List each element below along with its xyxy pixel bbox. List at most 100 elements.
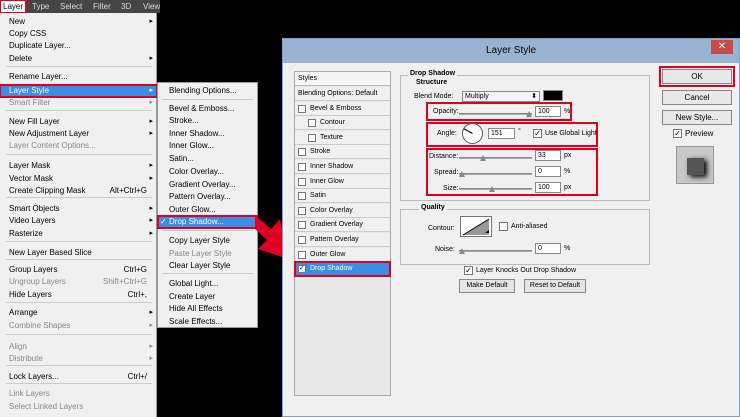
cancel-button[interactable]: Cancel <box>662 90 732 105</box>
style-checkbox[interactable] <box>298 163 306 171</box>
style-checkbox[interactable] <box>298 250 306 259</box>
structure-title: Structure <box>416 79 448 86</box>
style-row-pattern-overlay[interactable]: Pattern Overlay <box>295 233 390 247</box>
spread-slider-thumb[interactable] <box>459 171 465 177</box>
submenu-item-clear-layer-style[interactable]: Clear Layer Style <box>158 260 257 272</box>
distance-input[interactable]: 33 <box>535 150 561 161</box>
noise-slider-thumb[interactable] <box>459 248 465 254</box>
menu-view[interactable]: View <box>141 1 162 12</box>
contour-picker[interactable] <box>460 216 492 237</box>
noise-input[interactable]: 0 <box>535 243 561 254</box>
spread-slider[interactable] <box>459 173 532 175</box>
menu-filter[interactable]: Filter <box>91 1 113 12</box>
style-row-drop-shadow[interactable]: ✓ Drop Shadow <box>294 261 391 278</box>
style-checkbox[interactable] <box>298 221 306 230</box>
menu-item-rasterize[interactable]: Rasterize ▸ <box>0 228 157 240</box>
close-icon[interactable]: ✕ <box>711 40 733 54</box>
style-row-gradient-overlay[interactable]: Gradient Overlay <box>295 218 390 233</box>
menu-item-layer-mask[interactable]: Layer Mask ▸ <box>0 160 157 172</box>
distance-slider-thumb[interactable] <box>480 155 486 161</box>
blend-mode-select[interactable]: Multiply ⬍ <box>462 91 540 102</box>
preview-checkbox[interactable]: ✓ <box>673 129 682 138</box>
style-checkbox[interactable] <box>308 119 316 128</box>
menu-3d[interactable]: 3D <box>119 1 133 12</box>
style-row-inner-glow[interactable]: Inner Glow <box>295 174 390 189</box>
menu-type[interactable]: Type <box>30 1 51 12</box>
shadow-color-swatch[interactable] <box>543 90 563 101</box>
anti-aliased-checkbox[interactable] <box>499 222 508 231</box>
style-row-stroke[interactable]: Stroke <box>295 145 390 160</box>
opacity-slider-thumb[interactable] <box>526 111 532 117</box>
style-checkbox[interactable] <box>308 133 316 142</box>
submenu-item-label: Copy Layer Style <box>169 236 230 245</box>
style-row-inner-shadow[interactable]: Inner Shadow <box>295 160 390 174</box>
style-checkbox[interactable] <box>298 206 306 215</box>
menu-item-hide-layers[interactable]: Hide Layers Ctrl+, <box>0 289 157 301</box>
submenu-item-stroke[interactable]: Stroke... <box>158 115 257 127</box>
style-row-outer-glow[interactable]: Outer Glow <box>295 247 390 262</box>
menu-item-vector-mask[interactable]: Vector Mask ▸ <box>0 173 157 185</box>
use-global-light-checkbox[interactable]: ✓ <box>533 129 542 138</box>
ok-button[interactable]: OK <box>659 66 735 87</box>
menu-item-copy-css[interactable]: Copy CSS <box>0 28 157 40</box>
opacity-input[interactable]: 100 <box>535 106 561 117</box>
menu-item-video-layers[interactable]: Video Layers ▸ <box>0 215 157 227</box>
submenu-item-satin[interactable]: Satin... <box>158 153 257 165</box>
style-row-color-overlay[interactable]: Color Overlay <box>295 203 390 218</box>
submenu-item-global-light[interactable]: Global Light... <box>158 278 257 290</box>
menu-item-new-fill-layer[interactable]: New Fill Layer ▸ <box>0 116 157 128</box>
submenu-item-bevel-emboss[interactable]: Bevel & Emboss... <box>158 103 257 115</box>
menu-item-new-adjustment-layer[interactable]: New Adjustment Layer ▸ <box>0 128 157 140</box>
menu-item-duplicate-layer[interactable]: Duplicate Layer... <box>0 40 157 52</box>
menu-item-group-layers[interactable]: Group Layers Ctrl+G <box>0 264 157 276</box>
style-checkbox[interactable] <box>298 148 306 157</box>
style-checkbox[interactable] <box>298 104 306 113</box>
menu-item-arrange[interactable]: Arrange ▸ <box>0 307 157 319</box>
submenu-item-scale-effects[interactable]: Scale Effects... <box>158 316 257 328</box>
submenu-item-outer-glow[interactable]: Outer Glow... <box>158 204 257 216</box>
submenu-item-inner-glow[interactable]: Inner Glow... <box>158 140 257 152</box>
angle-input[interactable]: 151 <box>488 128 515 139</box>
menu-item-rename-layer[interactable]: Rename Layer... <box>0 71 157 83</box>
style-checkbox[interactable]: ✓ <box>298 265 306 274</box>
menu-item-new[interactable]: New ▸ <box>0 16 157 28</box>
style-row-bevel-emboss[interactable]: Bevel & Emboss <box>295 101 390 116</box>
menu-layer[interactable]: Layer <box>0 0 28 14</box>
submenu-item-pattern-overlay[interactable]: Pattern Overlay... <box>158 191 257 203</box>
menu-select[interactable]: Select <box>58 1 84 12</box>
knocks-out-checkbox[interactable]: ✓ <box>464 266 473 275</box>
style-row-satin[interactable]: Satin <box>295 189 390 204</box>
style-checkbox[interactable] <box>298 192 306 201</box>
menu-item-create-clipping-mask[interactable]: Create Clipping Mask Alt+Ctrl+G <box>0 185 157 197</box>
style-row-texture[interactable]: Texture <box>295 130 390 145</box>
submenu-item-gradient-overlay[interactable]: Gradient Overlay... <box>158 179 257 191</box>
make-default-button[interactable]: Make Default <box>459 279 515 293</box>
size-slider[interactable] <box>459 188 532 190</box>
style-checkbox[interactable] <box>298 236 306 244</box>
menu-item-delete[interactable]: Delete ▸ <box>0 53 157 65</box>
spread-input[interactable]: 0 <box>535 166 561 177</box>
opacity-slider[interactable] <box>459 113 532 115</box>
submenu-item-inner-shadow[interactable]: Inner Shadow... <box>158 128 257 140</box>
menu-item-lock-layers[interactable]: Lock Layers... Ctrl+/ <box>0 371 157 383</box>
size-input[interactable]: 100 <box>535 182 561 193</box>
menu-item-layer-style[interactable]: Layer Style ▸ <box>0 84 158 98</box>
reset-default-button[interactable]: Reset to Default <box>524 279 586 293</box>
menu-item-label: Layer Content Options... <box>9 141 96 150</box>
submenu-item-copy-layer-style[interactable]: Copy Layer Style <box>158 235 257 247</box>
distance-slider[interactable] <box>459 157 532 159</box>
style-checkbox[interactable] <box>298 177 306 186</box>
new-style-button[interactable]: New Style... <box>662 110 732 125</box>
submenu-item-blending-options[interactable]: Blending Options... <box>158 85 257 97</box>
size-slider-thumb[interactable] <box>489 186 495 192</box>
menu-item-new-layer-based-slice[interactable]: New Layer Based Slice <box>0 247 157 259</box>
style-row-blending-options-default[interactable]: Blending Options: Default <box>295 87 390 101</box>
submenu-item-hide-all-effects[interactable]: Hide All Effects <box>158 303 257 315</box>
noise-slider[interactable] <box>459 250 532 252</box>
style-row-contour[interactable]: Contour <box>295 116 390 131</box>
submenu-item-drop-shadow[interactable]: ✓ Drop Shadow... <box>157 215 258 229</box>
angle-dial-icon[interactable] <box>461 122 484 145</box>
submenu-item-create-layer[interactable]: Create Layer <box>158 291 257 303</box>
menu-item-smart-objects[interactable]: Smart Objects ▸ <box>0 203 157 215</box>
submenu-item-color-overlay[interactable]: Color Overlay... <box>158 166 257 178</box>
